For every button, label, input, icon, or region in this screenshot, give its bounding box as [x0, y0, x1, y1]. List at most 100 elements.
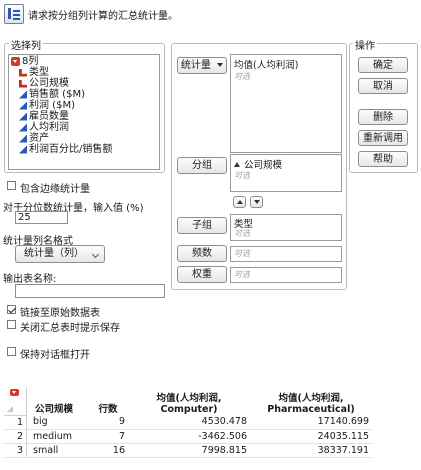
cell-count: 7: [88, 429, 128, 444]
table-row[interactable]: 1 big 9 4530.478 17140.699: [4, 415, 372, 430]
column-count-header[interactable]: 8列: [9, 56, 159, 67]
statistics-optional-hint: 可选: [234, 72, 250, 81]
actions-legend: 操作: [353, 37, 377, 52]
col-header-pharma-line1: 均值(人均利润,: [278, 393, 344, 404]
cell-count: 16: [88, 443, 128, 458]
cell-size: small: [26, 443, 88, 458]
dialog-instruction: 请求按分组列计算的汇总统计量。: [28, 11, 178, 22]
move-down-button[interactable]: [250, 196, 263, 208]
chevron-down-icon: [91, 250, 100, 259]
column-item[interactable]: 人均利润: [9, 122, 159, 133]
statistics-list[interactable]: 均值(人均利润) 可选: [230, 54, 342, 153]
cell-pharma: 38337.191: [250, 443, 372, 458]
column-item-label: 资产: [29, 133, 49, 144]
continuous-column-icon: [19, 123, 27, 132]
nominal-column-icon: [19, 68, 27, 77]
column-item-label: 雇员数量: [29, 111, 69, 122]
name-format-value: 统计量（列）: [24, 248, 84, 259]
column-item[interactable]: 销售额 ($M): [9, 89, 159, 100]
col-header-computer-line1: 均值(人均利润,: [156, 393, 222, 404]
arrow-down-icon: [253, 200, 260, 204]
help-button[interactable]: 帮助: [358, 151, 408, 167]
frequency-list[interactable]: 可选: [230, 246, 342, 262]
cell-computer: -3462.506: [128, 429, 250, 444]
group-item-label: 公司规模: [244, 160, 283, 171]
summary-icon: [4, 4, 24, 24]
continuous-column-icon: [19, 134, 27, 143]
arrow-up-icon: [236, 200, 243, 204]
statistics-button-label: 统计量: [180, 60, 211, 71]
table-triangle-icon: [7, 405, 13, 412]
chevron-down-icon: [217, 63, 224, 67]
frequency-optional-hint: 可选: [234, 249, 250, 258]
subgroup-list[interactable]: 类型 可选: [230, 214, 342, 241]
recall-button[interactable]: 重新调用: [358, 130, 408, 146]
link-source-label: 链接至原始数据表: [20, 308, 100, 319]
disclosure-red-icon[interactable]: [11, 57, 20, 66]
col-header-pharma[interactable]: 均值(人均利润, Pharmaceutical): [250, 387, 372, 415]
close-prompt-label: 关闭汇总表时提示保存: [20, 323, 120, 334]
column-item-label: 公司规模: [29, 78, 69, 89]
link-source-checkbox[interactable]: [7, 305, 16, 314]
output-table-label: 输出表名称:: [3, 274, 57, 285]
table-corner[interactable]: [4, 387, 27, 416]
cell-pharma: 24035.115: [250, 429, 372, 444]
column-item[interactable]: 资产: [9, 133, 159, 144]
cell-computer: 4530.478: [128, 415, 250, 430]
cell-size: medium: [26, 429, 88, 444]
weight-button[interactable]: 权重: [177, 266, 227, 283]
frequency-button[interactable]: 频数: [177, 245, 227, 262]
column-item-label: 利润百分比/销售额: [29, 144, 113, 155]
cell-count: 9: [88, 415, 128, 430]
continuous-column-icon: [19, 112, 27, 121]
cell-size: big: [26, 415, 88, 430]
select-columns-legend: 选择列: [9, 37, 43, 52]
column-item-label: 利润 ($M): [29, 100, 75, 111]
col-header-count[interactable]: 行数: [88, 387, 128, 415]
ok-button[interactable]: 确定: [358, 57, 408, 73]
column-item[interactable]: 利润 ($M): [9, 100, 159, 111]
weight-list[interactable]: 可选: [230, 267, 342, 283]
close-prompt-checkbox[interactable]: [7, 320, 16, 329]
column-item[interactable]: 利润百分比/销售额: [9, 144, 159, 155]
column-item[interactable]: 类型: [9, 67, 159, 78]
continuous-column-icon: [19, 145, 27, 154]
name-format-select[interactable]: 统计量（列）: [15, 245, 105, 263]
output-table-input[interactable]: [15, 284, 165, 298]
group-button[interactable]: 分组: [177, 157, 227, 174]
cell-computer: 7998.815: [128, 443, 250, 458]
include-marginal-checkbox[interactable]: [7, 181, 16, 190]
column-list[interactable]: 8列 类型 公司规模 销售额 ($M) 利润 ($M) 雇员数量 人均利润 资产 利润百分比/…: [8, 54, 160, 170]
remove-button[interactable]: 删除: [358, 109, 408, 125]
quantile-input[interactable]: 25: [15, 211, 68, 224]
weight-optional-hint: 可选: [234, 270, 250, 279]
subgroup-button[interactable]: 子组: [177, 217, 227, 234]
table-row[interactable]: 2 medium 7 -3462.506 24035.115: [4, 429, 372, 444]
group-optional-hint: 可选: [234, 171, 250, 180]
result-table: 公司规模 行数 均值(人均利润, Computer) 均值(人均利润, Phar…: [4, 387, 372, 458]
sort-ascending-icon: [234, 161, 240, 167]
column-count-label: 8列: [22, 56, 39, 67]
col-header-size[interactable]: 公司规模: [27, 387, 89, 415]
keep-dialog-open-label: 保持对话框打开: [20, 350, 90, 361]
cell-pharma: 17140.699: [250, 415, 372, 430]
table-menu-icon[interactable]: [10, 389, 19, 396]
column-item[interactable]: 公司规模: [9, 78, 159, 89]
row-number: 1: [4, 415, 27, 430]
column-item-label: 类型: [29, 67, 49, 78]
cancel-button[interactable]: 取消: [358, 78, 408, 94]
column-item-label: 人均利润: [29, 122, 69, 133]
keep-dialog-open-checkbox[interactable]: [7, 347, 16, 356]
statistics-button[interactable]: 统计量: [177, 57, 227, 74]
nominal-column-icon: [19, 79, 27, 88]
group-list[interactable]: 公司规模 可选: [230, 154, 342, 192]
move-up-button[interactable]: [233, 196, 246, 208]
table-row[interactable]: 3 small 16 7998.815 38337.191: [4, 443, 372, 458]
include-marginal-label: 包含边缘统计量: [20, 184, 90, 195]
col-header-computer[interactable]: 均值(人均利润, Computer): [128, 387, 250, 415]
col-header-pharma-line2: Pharmaceutical): [267, 404, 355, 415]
continuous-column-icon: [19, 101, 27, 110]
column-item[interactable]: 雇员数量: [9, 111, 159, 122]
row-number: 2: [4, 429, 27, 444]
col-header-computer-line2: Computer): [160, 404, 218, 415]
